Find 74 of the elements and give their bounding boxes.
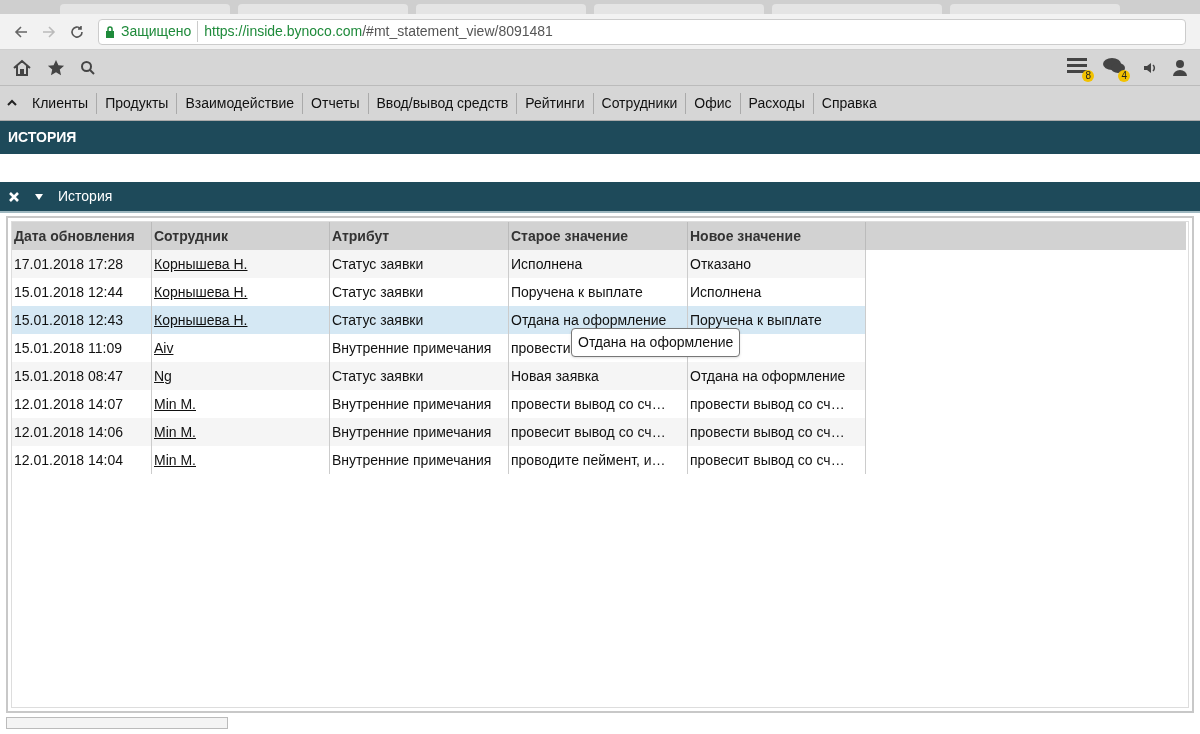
close-icon[interactable] (8, 190, 20, 203)
url-text: https://inside.bynoco.com/#mt_statement_view/8091481 (204, 22, 553, 41)
menu-item[interactable]: Отчеты (302, 92, 368, 114)
employee-link[interactable]: Корнышева Н. (154, 281, 248, 303)
secure-label: Защищено (121, 21, 199, 42)
table-cell-text: 15.01.2018 08:47 (14, 366, 123, 386)
panel-title: История (58, 187, 113, 206)
table-cell-text: провесит вывод со сч… (690, 450, 845, 470)
star-icon[interactable] (46, 58, 66, 77)
tooltip: Отдана на оформление (571, 328, 741, 357)
table-row[interactable]: 12.01.2018 14:04 Min M. Внутренние примечания проводите пеймент, и… провесит вывод со сч… (12, 446, 866, 474)
employee-link[interactable]: Min M. (154, 393, 196, 415)
table-cell-text: 12.01.2018 14:07 (14, 394, 123, 414)
user-icon[interactable] (1172, 58, 1188, 77)
table-row[interactable]: 15.01.2018 12:43 Корнышева Н. Статус заявки Отдана на оформление Поручена к выплате (12, 306, 866, 334)
table-row[interactable]: 15.01.2018 08:47 Ng Статус заявки Новая заявка Отдана на оформление (12, 362, 866, 390)
employee-link[interactable]: Min M. (154, 421, 196, 443)
reload-icon[interactable] (70, 24, 84, 39)
collapse-icon[interactable] (6, 98, 18, 108)
employee-link[interactable]: Корнышева Н. (154, 253, 248, 275)
menu-item[interactable]: Рейтинги (516, 92, 593, 114)
table-row[interactable]: 12.01.2018 14:07 Min M. Внутренние примечания провести вывод со сч… провести вывод со сч… (12, 390, 866, 418)
table-cell-text: Внутренние примечания (332, 394, 492, 414)
employee-link[interactable]: Ng (154, 365, 172, 387)
caret-icon[interactable] (34, 192, 44, 201)
notification-badge: 8 (1082, 69, 1094, 82)
table-cell-text: провесит вывод со сч… (511, 422, 666, 442)
table-cell-text: проводите пеймент, и… (511, 450, 666, 470)
table-cell-text: Статус заявки (332, 310, 424, 330)
menu-item[interactable]: Справка (812, 92, 885, 114)
table-cell-text: Статус заявки (332, 366, 424, 386)
search-icon[interactable] (80, 59, 96, 76)
page-title: ИСТОРИЯ (8, 128, 77, 147)
table-cell-text: провести вывод со сч… (690, 394, 845, 414)
list-icon[interactable] (1066, 55, 1088, 74)
table-cell-text: Новая заявка (511, 366, 599, 386)
table-cell-text: Внутренние примечания (332, 450, 492, 470)
address-bar[interactable]: Защищено https://inside.bynoco.com/#mt_statement_view/8091481 (98, 18, 1186, 45)
table-cell-text: Внутренние примечания (332, 422, 492, 442)
table-cell-text: Статус заявки (332, 282, 424, 302)
table-cell-text: Отдана на оформление (511, 310, 667, 330)
table-cell-text: 15.01.2018 12:44 (14, 282, 123, 302)
table-row[interactable]: 17.01.2018 17:28 Корнышева Н. Статус заявки Исполнена Отказано (12, 250, 866, 278)
menu-item[interactable]: Продукты (96, 92, 177, 114)
table-cell-text: 15.01.2018 12:43 (14, 310, 123, 330)
menu-item[interactable]: Клиенты (24, 92, 97, 114)
table-cell-text: 15.01.2018 11:09 (14, 338, 122, 358)
table-cell-text: 12.01.2018 14:04 (14, 450, 123, 470)
table-cell-text: Поручена к выплате (690, 310, 822, 330)
menu-item[interactable]: Расходы (739, 92, 813, 114)
table-cell-text: Отказано (690, 254, 752, 274)
back-icon[interactable] (14, 24, 28, 39)
table-cell-text: провести вывод со сч… (511, 394, 666, 414)
home-icon[interactable] (12, 58, 32, 77)
table-cell-text: провести вывод со сч… (690, 422, 845, 442)
table-row[interactable]: 15.01.2018 12:44 Корнышева Н. Статус заявки Поручена к выплате Исполнена (12, 278, 866, 306)
menu-item[interactable]: Сотрудники (592, 92, 686, 114)
table-cell-text: провести (511, 338, 571, 358)
table-cell-text: Внутренние примечания (332, 338, 492, 358)
table-cell-text: Статус заявки (332, 254, 424, 274)
table-cell-text: Отдана на оформление (690, 366, 846, 386)
table-cell-text: Исполнена (690, 282, 762, 302)
menu-item[interactable]: Ввод/вывод средств (367, 92, 517, 114)
employee-link[interactable]: Aiv (154, 337, 174, 359)
table-cell-text: Исполнена (511, 254, 583, 274)
employee-link[interactable]: Min M. (154, 449, 196, 471)
table-cell-text: 17.01.2018 17:28 (14, 254, 123, 274)
menu-item[interactable]: Взаимодействие (176, 92, 303, 114)
employee-link[interactable]: Корнышева Н. (154, 309, 248, 331)
table-cell-text: Поручена к выплате (511, 282, 643, 302)
table-cell-text: 12.01.2018 14:06 (14, 422, 123, 442)
lock-icon (105, 25, 115, 38)
table-row[interactable]: 12.01.2018 14:06 Min M. Внутренние примечания провесит вывод со сч… провести вывод со сч… (12, 418, 866, 446)
menu-item[interactable]: Офис (685, 92, 740, 114)
